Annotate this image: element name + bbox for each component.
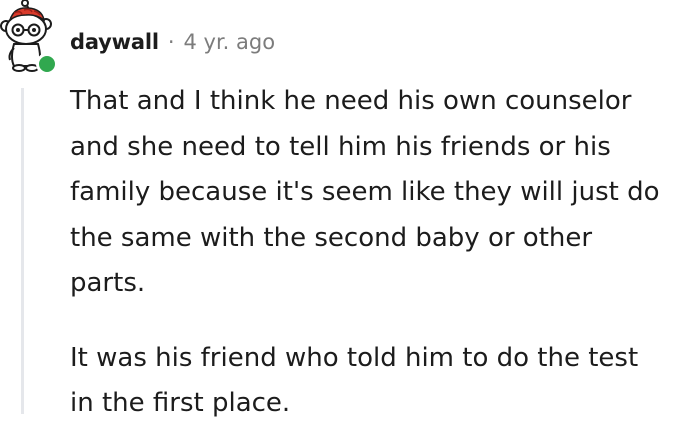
comment-text-line: the same with the second baby or other [70, 222, 593, 253]
user-avatar[interactable] [0, 0, 58, 75]
comment-timestamp[interactable]: 4 yr. ago [184, 30, 276, 54]
username-link[interactable]: daywall [70, 30, 159, 54]
comment-text-line: It was his friend who told him to do the… [70, 342, 639, 373]
comment-text-line: family because it's seem like they will … [70, 177, 660, 207]
comment-paragraph-2: It was his friend who told him to do the… [70, 336, 698, 427]
comment-text-line: in the first place. [70, 388, 291, 418]
meta-separator: · [167, 30, 175, 54]
comment-text-line: and she need to tell him his friends or … [70, 131, 611, 162]
comment-body: That and I think he need his own counsel… [70, 79, 698, 427]
comment-header: daywall · 4 yr. ago [70, 27, 275, 57]
comment-text-line: parts. [70, 268, 146, 298]
comment-paragraph-1: That and I think he need his own counsel… [70, 79, 698, 307]
online-status-icon [36, 53, 58, 75]
thread-line[interactable] [21, 88, 24, 414]
comment-text-line: That and I think he need his own counsel… [70, 86, 632, 116]
